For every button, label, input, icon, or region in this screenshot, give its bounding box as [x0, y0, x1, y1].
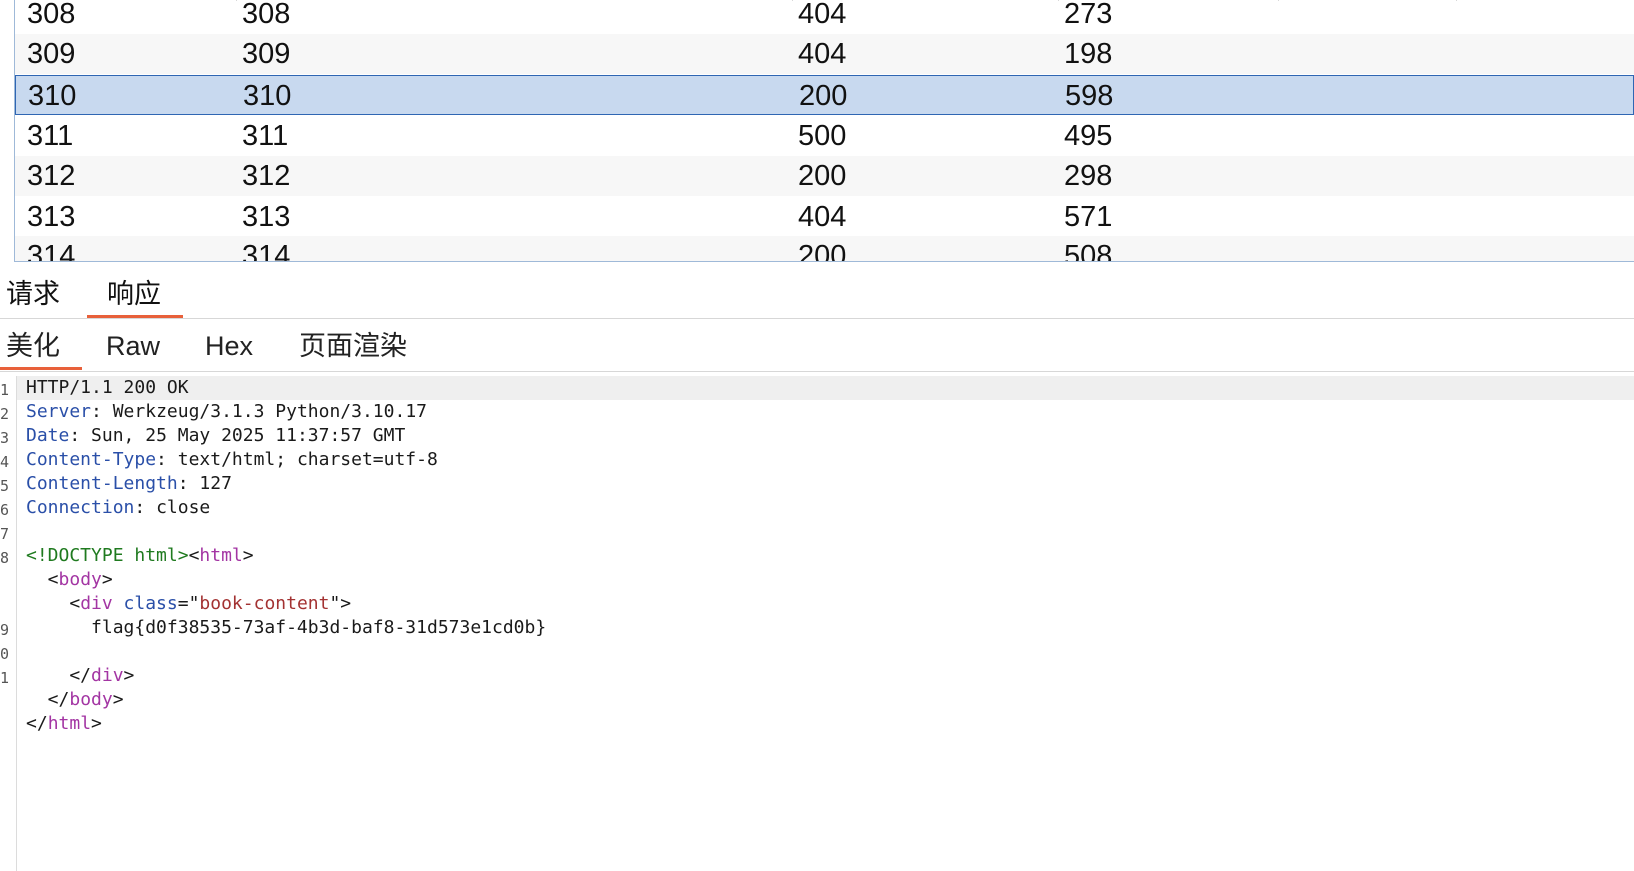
line-number: 8 [0, 549, 10, 567]
view-tab-bar: 美化 Raw Hex 页面渲染 [0, 322, 1634, 372]
line-number: 2 [0, 405, 10, 423]
line-number: 3 [0, 429, 10, 447]
header-line: Date: Sun, 25 May 2025 11:37:57 GMT [26, 425, 406, 446]
table-row[interactable]: 312 312 200 298 [15, 156, 1634, 196]
cell-status: 404 [798, 38, 847, 70]
cell-request-id: 310 [28, 80, 77, 112]
cell-length: 495 [1064, 120, 1113, 152]
table-row[interactable]: 313 313 404 571 [15, 197, 1634, 237]
cell-status: 500 [798, 120, 847, 152]
column-separator [1278, 0, 1279, 1]
cell-status: 200 [798, 240, 847, 262]
tab-hex[interactable]: Hex [205, 328, 253, 364]
cell-payload: 312 [242, 160, 291, 192]
header-value: Sun, 25 May 2025 11:37:57 GMT [91, 425, 406, 446]
attr-value: book-content [199, 593, 330, 614]
cell-request-id: 314 [27, 240, 76, 262]
table-bottom-border [14, 261, 1634, 262]
html-open-tag: html [199, 545, 243, 566]
cell-payload: 309 [242, 38, 291, 70]
line-number: 7 [0, 525, 10, 543]
cell-status: 404 [798, 0, 847, 30]
body-open-tag: body [58, 569, 102, 590]
header-value: text/html; charset=utf-8 [177, 449, 438, 470]
cell-length: 508 [1064, 240, 1113, 262]
cell-length: 298 [1064, 160, 1113, 192]
line-number: 5 [0, 477, 10, 495]
cell-status: 200 [799, 80, 848, 112]
div-close-tag: div [91, 665, 124, 686]
cell-request-id: 309 [27, 38, 76, 70]
tab-pretty[interactable]: 美化 [0, 328, 82, 370]
tab-request[interactable]: 请求 [6, 276, 60, 312]
status-line: HTTP/1.1 200 OK [26, 377, 189, 398]
flag-line: flag{d0f38535-73af-4b3d-baf8-31d573e1cd0… [26, 616, 546, 640]
line-number: 4 [0, 453, 10, 471]
line-number: 0 [0, 645, 10, 663]
line-number: 6 [0, 501, 10, 519]
table-row-selected[interactable]: 310 310 200 598 [15, 75, 1634, 115]
div-open-line: <div class="book-content"> [26, 593, 352, 614]
header-name: Server [26, 401, 92, 422]
flag-text: flag{d0f38535-73af-4b3d-baf8-31d573e1cd0… [91, 617, 547, 638]
cell-length: 598 [1065, 80, 1114, 112]
cell-request-id: 308 [27, 0, 76, 30]
body-close-line: </body> [26, 689, 124, 710]
line-number: 1 [0, 669, 10, 687]
response-editor[interactable]: 1 2 3 4 5 6 7 8 9 0 1 HTTP/1.1 200 OK Se… [0, 376, 1634, 871]
cell-length: 571 [1064, 201, 1113, 233]
header-name: Connection [26, 497, 135, 518]
body-open-line: <body> [26, 569, 113, 590]
cell-length: 273 [1064, 0, 1113, 30]
header-name: Content-Length [26, 473, 178, 494]
cell-request-id: 313 [27, 201, 76, 233]
tab-render[interactable]: 页面渲染 [299, 328, 407, 364]
cell-payload: 314 [242, 240, 291, 262]
header-name: Content-Type [26, 449, 157, 470]
table-row[interactable]: 308 308 404 273 [15, 0, 1634, 34]
header-value: Werkzeug/3.1.3 Python/3.10.17 [112, 401, 427, 422]
header-line: Content-Length: 127 [26, 473, 232, 494]
tab-response[interactable]: 响应 [87, 276, 183, 318]
cell-payload: 311 [242, 120, 289, 152]
cell-payload: 310 [243, 80, 292, 112]
cell-payload: 313 [242, 201, 291, 233]
doctype: <!DOCTYPE html> [26, 545, 189, 566]
cell-request-id: 311 [27, 120, 74, 152]
doctype-line: <!DOCTYPE html><html> [26, 545, 254, 566]
header-line: Connection: close [26, 497, 211, 518]
html-close-tag: html [47, 713, 92, 734]
table-row[interactable]: 311 311 500 495 [15, 116, 1634, 156]
header-value: 127 [199, 473, 232, 494]
header-name: Date [26, 425, 70, 446]
results-table[interactable]: 308 308 404 273 309 309 404 198 310 310 … [0, 0, 1634, 262]
line-number: 1 [0, 381, 10, 399]
line-number-gutter: 1 2 3 4 5 6 7 8 9 0 1 [0, 376, 17, 871]
tab-raw[interactable]: Raw [106, 328, 160, 364]
cell-request-id: 312 [27, 160, 76, 192]
line-number: 9 [0, 621, 10, 639]
cell-length: 198 [1064, 38, 1113, 70]
column-separator [236, 0, 237, 1]
cell-status: 200 [798, 160, 847, 192]
header-line: Server: Werkzeug/3.1.3 Python/3.10.17 [26, 401, 427, 422]
div-close-line: </div> [26, 665, 135, 686]
column-separator [1456, 0, 1457, 1]
div-open-tag: div [80, 593, 113, 614]
header-value: close [156, 497, 211, 518]
table-row[interactable]: 314 314 200 508 [15, 236, 1634, 262]
cell-status: 404 [798, 201, 847, 233]
body-close-tag: body [69, 689, 113, 710]
current-line-highlight [17, 376, 1634, 400]
header-line: Content-Type: text/html; charset=utf-8 [26, 449, 438, 470]
html-close-line: </html> [26, 713, 102, 734]
cell-payload: 308 [242, 0, 291, 30]
panel-tab-bar: 请求 响应 [0, 270, 1634, 319]
attr-name: class [123, 593, 178, 614]
table-row[interactable]: 309 309 404 198 [15, 34, 1634, 74]
column-separator [1058, 0, 1059, 1]
column-separator [792, 0, 793, 1]
